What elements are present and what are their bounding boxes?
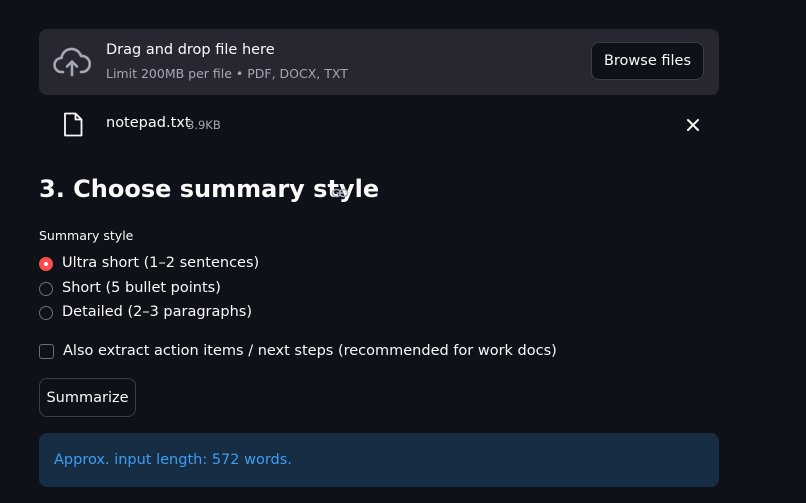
radio-button[interactable] xyxy=(39,306,53,320)
input-length-info: Approx. input length: 572 words. xyxy=(54,452,292,468)
action-items-checkbox[interactable] xyxy=(39,344,54,359)
radio-option-label: Ultra short (1–2 sentences) xyxy=(62,255,260,271)
summarize-button[interactable]: Summarize xyxy=(39,378,136,417)
info-alert: Approx. input length: 572 words. xyxy=(39,433,719,487)
file-dropzone[interactable]: Drag and drop file here Limit 200MB per … xyxy=(39,29,719,95)
file-size: 3.9KB xyxy=(187,118,221,132)
close-icon[interactable] xyxy=(686,118,700,132)
action-items-label: Also extract action items / next steps (… xyxy=(63,343,557,359)
app-page: Drag and drop file here Limit 200MB per … xyxy=(0,0,806,503)
radio-option-label: Detailed (2–3 paragraphs) xyxy=(62,304,253,320)
link-icon[interactable] xyxy=(331,186,349,200)
dropzone-limit-text: Limit 200MB per file • PDF, DOCX, TXT xyxy=(106,66,348,81)
radio-option-label: Short (5 bullet points) xyxy=(62,280,221,296)
radio-button-selected[interactable] xyxy=(39,257,53,271)
dropzone-title: Drag and drop file here xyxy=(106,42,275,58)
browse-files-button[interactable]: Browse files xyxy=(590,42,704,80)
summary-style-label: Summary style xyxy=(39,228,134,243)
cloud-upload-icon xyxy=(53,47,91,77)
radio-button[interactable] xyxy=(39,282,53,296)
section-title: 3. Choose summary style xyxy=(39,175,380,203)
file-name: notepad.txt xyxy=(106,115,191,131)
file-icon xyxy=(64,112,83,137)
